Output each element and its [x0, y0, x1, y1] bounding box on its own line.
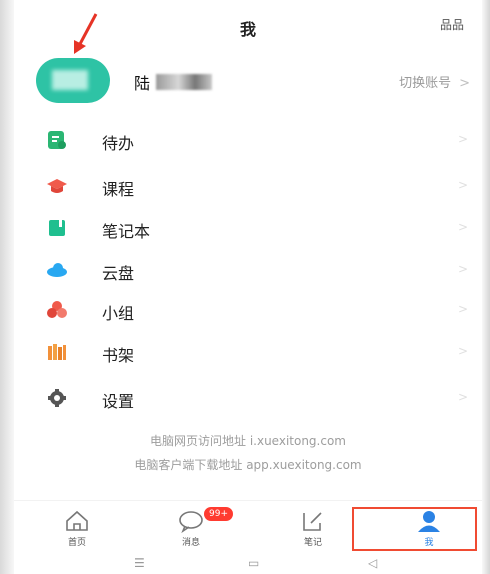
avatar[interactable]: [36, 58, 110, 103]
tab-notes[interactable]: 笔记: [268, 501, 358, 553]
todo-icon: [48, 131, 66, 149]
notebook-icon: [49, 220, 65, 236]
home-icon: [66, 510, 88, 531]
menu-item-course[interactable]: 课程 >: [14, 166, 482, 206]
cloud-icon: [47, 263, 67, 277]
chevron-right-icon: >: [457, 390, 468, 404]
web-access-address: 电脑网页访问地址 i.xuexitong.com: [150, 434, 346, 448]
menu-item-bookshelf[interactable]: 书架 >: [14, 332, 482, 372]
screen-edge-right: [482, 0, 490, 574]
screen-edge-left: [0, 0, 14, 574]
home-nav-icon[interactable]: ▭: [248, 556, 259, 570]
chevron-right-icon: >: [457, 132, 468, 146]
message-icon: [179, 511, 203, 533]
note-edit-icon: [303, 512, 322, 531]
tab-messages[interactable]: 99+ 消息: [146, 501, 236, 553]
graduation-cap-icon: [47, 179, 67, 193]
chevron-right-icon: >: [457, 302, 468, 316]
menu-item-group[interactable]: 小组 >: [14, 290, 482, 330]
back-nav-icon[interactable]: ◁: [368, 556, 377, 570]
group-icon: [47, 301, 67, 318]
red-arrow-annotation: [74, 13, 98, 54]
user-name: 陆: [134, 70, 213, 94]
unread-badge: 99+: [204, 507, 233, 521]
switch-account-button[interactable]: 切换账号 >: [399, 72, 470, 91]
phone-screen: 我 品品 陆 切换账号 > 待办 > 课程 > 笔记本 > 云盘 > 小组 > …: [0, 0, 490, 574]
profile-row[interactable]: 陆 切换账号 >: [14, 56, 482, 106]
menu-item-settings[interactable]: 设置 >: [14, 378, 482, 418]
menu-item-todo[interactable]: 待办 >: [14, 120, 482, 160]
menu-nav-icon[interactable]: ☰: [134, 556, 145, 570]
chevron-right-icon: >: [457, 220, 468, 234]
chevron-right-icon: >: [457, 344, 468, 358]
chevron-right-icon: >: [457, 178, 468, 192]
menu-item-notebook[interactable]: 笔记本 >: [14, 208, 482, 248]
chevron-right-icon: >: [459, 76, 470, 91]
tab-home[interactable]: 首页: [32, 501, 122, 553]
system-nav-bar: ☰ ▭ ◁: [14, 552, 482, 574]
highlight-box-annotation: [352, 507, 477, 551]
chevron-right-icon: >: [457, 262, 468, 276]
redacted-name: [156, 74, 213, 90]
client-download-address: 电脑客户端下载地址 app.xuexitong.com: [134, 458, 362, 472]
menu-item-cloud[interactable]: 云盘 >: [14, 250, 482, 290]
gear-icon: [48, 389, 66, 407]
qr-code-button[interactable]: 品品: [440, 16, 464, 33]
bookshelf-icon: [48, 344, 66, 360]
